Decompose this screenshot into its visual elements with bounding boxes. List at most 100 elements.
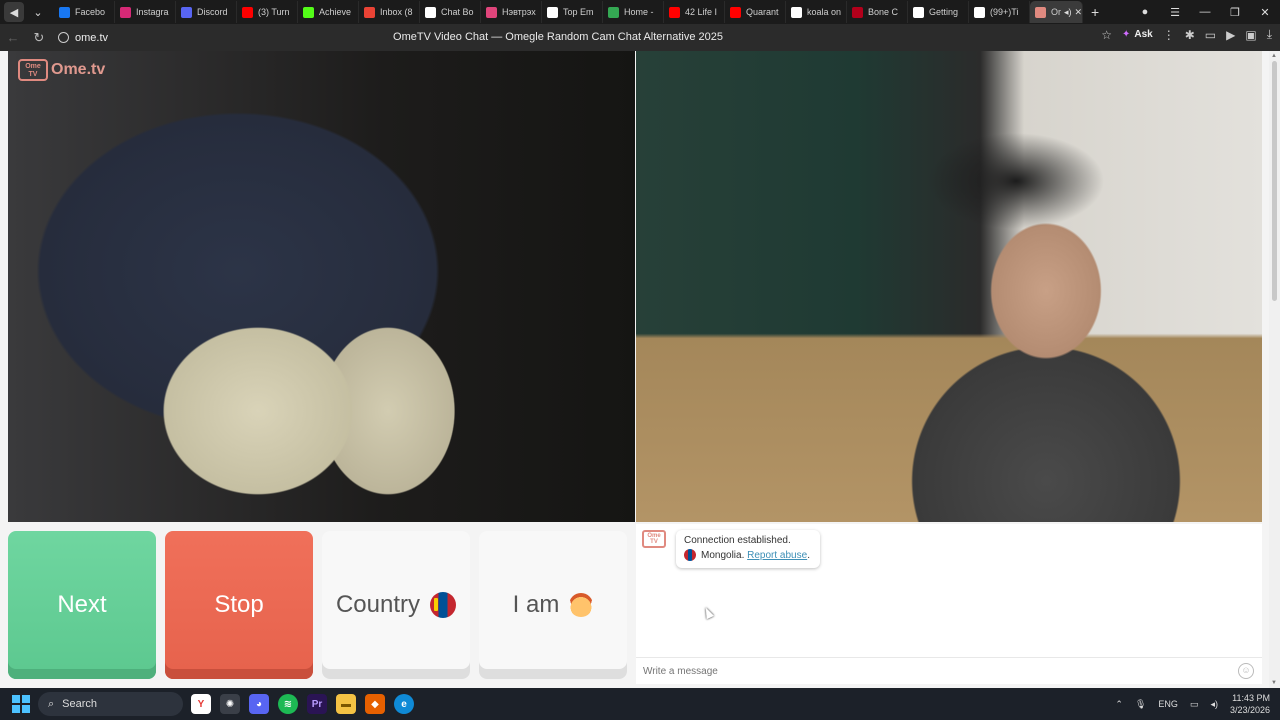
ai-icon: ✦ — [1121, 29, 1131, 40]
scrollbar-thumb[interactable] — [1272, 61, 1277, 301]
profile-icon[interactable]: ● — [1130, 6, 1160, 18]
browser-tab[interactable]: (3) Turn — [237, 1, 298, 23]
bookmark-icon[interactable]: ☆ — [1101, 28, 1112, 42]
country-button[interactable]: Country — [322, 531, 470, 679]
discord-icon — [181, 6, 192, 18]
country-text: Mongolia. — [701, 549, 745, 561]
browser-tab-label: Нэвтрэх — [502, 7, 536, 17]
app-icon[interactable]: ◆ — [365, 694, 385, 714]
windows-start-icon[interactable] — [12, 695, 30, 713]
kick-icon — [303, 6, 314, 18]
pinned-apps: Y ✺ ◕ ≋ Pr ▬ ◆ e — [191, 694, 414, 714]
browser-tab[interactable]: Inbox (8 — [359, 1, 420, 23]
partner-video: Ome TV Ome.tv — [8, 51, 635, 522]
ask-button[interactable]: ✦ Ask — [1122, 29, 1153, 40]
mongolia-flag-icon — [684, 549, 696, 561]
language-indicator[interactable]: ENG — [1158, 699, 1178, 709]
microphone-icon[interactable]: 🎙 — [1135, 699, 1146, 710]
tab-list-chevron-icon[interactable]: ⌄ — [28, 2, 48, 22]
volume-icon[interactable]: ◂) — [1210, 699, 1218, 710]
yandex-browser-icon[interactable]: Y — [191, 694, 211, 714]
close-window-button[interactable]: ✕ — [1250, 6, 1280, 19]
browser-tab[interactable]: Instagra — [115, 1, 176, 23]
github-icon — [913, 6, 924, 18]
google-icon — [791, 6, 802, 18]
network-icon[interactable]: ▭ — [1190, 699, 1199, 710]
emoji-icon[interactable]: ☺ — [1238, 663, 1254, 679]
tab-audio-icon[interactable]: ◀ — [4, 2, 24, 22]
wallet-icon[interactable]: ▭ — [1205, 28, 1216, 42]
browser-tab[interactable]: Discord — [176, 1, 237, 23]
report-abuse-link[interactable]: Report abuse — [747, 550, 807, 561]
message-input[interactable] — [643, 665, 1213, 677]
browser-tab[interactable]: koala on — [786, 1, 847, 23]
browser-tab-label: 42 Life I — [685, 7, 718, 17]
page-scrollbar[interactable]: ▲ ▼ — [1269, 51, 1280, 688]
spotify-icon[interactable]: ≋ — [278, 694, 298, 714]
chatgpt-icon[interactable]: ✺ — [220, 694, 240, 714]
gender-button[interactable]: I am — [479, 531, 627, 679]
logo-text: Ome.tv — [51, 61, 106, 78]
scroll-down-icon[interactable]: ▼ — [1271, 680, 1277, 686]
logo-badge: Ome TV — [18, 59, 48, 81]
tiktok-icon — [974, 6, 985, 18]
browser-tab-label: koala on — [807, 7, 842, 17]
drive-icon — [608, 6, 619, 18]
browser-tab[interactable]: 42 Life I — [664, 1, 725, 23]
next-button[interactable]: Next — [8, 531, 156, 679]
browser-tab-label: Inbox (8 — [380, 7, 413, 17]
system-tray: ⌃ 🎙 ENG ▭ ◂) 11:43 PM 3/23/2026 — [1115, 688, 1270, 720]
youtube-icon — [669, 6, 680, 18]
edge-icon[interactable]: e — [394, 694, 414, 714]
browser-tab[interactable]: (99+)Ti — [969, 1, 1030, 23]
browser-tab-label: Top Em — [563, 7, 594, 17]
search-label: Search — [62, 698, 98, 710]
player-icon[interactable]: ▶ — [1226, 28, 1235, 42]
premiere-pro-icon[interactable]: Pr — [307, 694, 327, 714]
country-label: Country — [335, 591, 421, 618]
tab-active[interactable]: Or ◂) ✕ — [1030, 1, 1083, 23]
file-explorer-icon[interactable]: ▬ — [336, 694, 356, 714]
ometv-bot-icon: Ome TV — [642, 530, 666, 548]
browser-tab[interactable]: Getting — [908, 1, 969, 23]
more-icon[interactable]: ⋮ — [1163, 28, 1175, 42]
browser-tab-label: Bone C — [868, 7, 899, 17]
browser-tab-label: Achieve — [319, 7, 352, 17]
browser-tab[interactable]: Нэвтрэх — [481, 1, 542, 23]
browser-tab[interactable]: Chat Bo — [420, 1, 481, 23]
clock[interactable]: 11:43 PM 3/23/2026 — [1230, 692, 1270, 716]
youtube-icon — [730, 6, 741, 18]
browser-tab[interactable]: Quarant — [725, 1, 786, 23]
next-label: Next — [57, 591, 107, 618]
tab-close-icon[interactable]: ✕ — [1075, 7, 1082, 18]
sidebar-icon[interactable]: ▣ — [1245, 28, 1256, 42]
ometv-logo: Ome TV Ome.tv — [18, 59, 105, 81]
taskbar-search[interactable]: ⌕ Search — [38, 692, 183, 716]
facebook-icon — [59, 6, 70, 18]
scroll-up-icon[interactable]: ▲ — [1271, 53, 1277, 59]
address-bar: ← ↻ ome.tv OmeTV Video Chat — Omegle Ran… — [0, 24, 1280, 51]
stop-button[interactable]: Stop — [165, 531, 313, 679]
discord-icon[interactable]: ◕ — [249, 694, 269, 714]
self-video — [636, 51, 1262, 522]
windows-taskbar: ⌕ Search Y ✺ ◕ ≋ Pr ▬ ◆ e ⌃ 🎙 ENG ▭ ◂) 1… — [0, 688, 1280, 720]
chevron-up-icon[interactable]: ⌃ — [1115, 699, 1123, 710]
browser-tab[interactable]: Bone C — [847, 1, 908, 23]
new-tab-button[interactable]: + — [1091, 4, 1099, 20]
restore-button[interactable]: ❐ — [1220, 6, 1250, 19]
browser-tab-label: (99+)Ti — [990, 7, 1019, 17]
mongolia-flag-icon — [430, 592, 457, 618]
ometv-icon — [1035, 6, 1046, 18]
download-icon[interactable]: ⤓ — [1267, 27, 1272, 42]
browser-tab-label: (3) Turn — [258, 7, 290, 17]
gmail-icon — [364, 6, 375, 18]
stop-label: Stop — [214, 591, 264, 618]
menu-icon[interactable]: ☰ — [1160, 6, 1190, 19]
browser-tab[interactable]: Achieve — [298, 1, 359, 23]
browser-tab[interactable]: Facebo — [54, 1, 115, 23]
clock-time: 11:43 PM — [1232, 693, 1270, 703]
minimize-button[interactable]: — — [1190, 6, 1220, 18]
extension-icon[interactable]: ✱ — [1185, 28, 1195, 42]
browser-tab[interactable]: Top Em — [542, 1, 603, 23]
browser-tab[interactable]: Home - — [603, 1, 664, 23]
